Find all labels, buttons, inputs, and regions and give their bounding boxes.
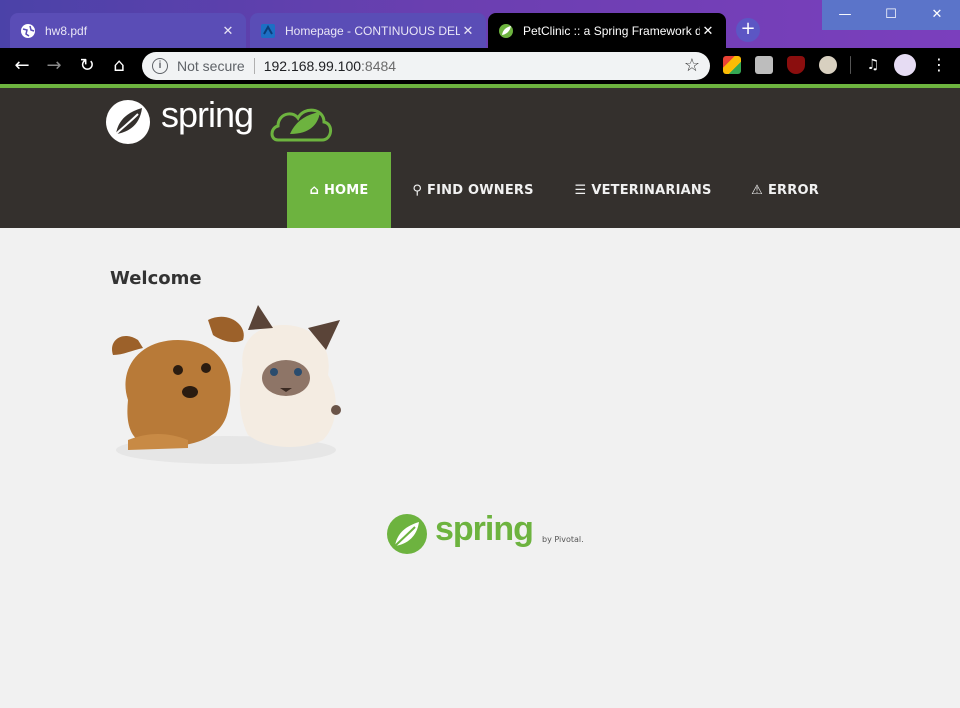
- spring-footer-logo-icon: [387, 514, 427, 554]
- cloud-leaf-icon: [270, 108, 332, 142]
- header-brand[interactable]: spring: [161, 94, 254, 136]
- close-icon[interactable]: ✕: [460, 23, 476, 39]
- divider: [850, 56, 851, 74]
- bookmark-star-icon[interactable]: ☆: [684, 55, 700, 76]
- pets-image: [112, 305, 341, 464]
- profile-avatar[interactable]: [894, 54, 916, 76]
- url-host: 192.168.99.100: [263, 58, 362, 74]
- info-icon[interactable]: i: [152, 58, 168, 74]
- close-window-button[interactable]: ✕: [914, 0, 960, 30]
- tab-title: hw8.pdf: [45, 23, 88, 38]
- tab-petclinic[interactable]: PetClinic :: a Spring Framework d ✕: [488, 13, 726, 48]
- page-title: Welcome: [110, 268, 202, 289]
- site-favicon-icon: [261, 23, 275, 38]
- nav-find-owners-label: FIND OWNERS: [427, 182, 534, 198]
- nav-error[interactable]: ⚠ ERROR: [744, 152, 826, 228]
- nav-veterinarians-label: VETERINARIANS: [591, 182, 712, 198]
- spring-leaf-icon: [499, 23, 513, 38]
- spring-logo-icon[interactable]: [104, 98, 152, 146]
- address-bar[interactable]: i Not secure 192.168.99.100:8484 ☆: [142, 52, 710, 80]
- back-icon[interactable]: ←: [10, 54, 34, 78]
- nav-home-label: HOME: [323, 182, 369, 198]
- extension-frog-icon[interactable]: [819, 56, 837, 74]
- tab-hw8[interactable]: hw8.pdf ✕: [10, 13, 246, 48]
- more-menu-icon[interactable]: ⋮: [930, 56, 948, 74]
- browser-toolbar: ← → ↻ ⌂ i Not secure 192.168.99.100:8484…: [0, 48, 960, 84]
- extension-chrome-icon[interactable]: [723, 56, 741, 74]
- forward-icon[interactable]: →: [42, 54, 66, 78]
- maximize-button[interactable]: ☐: [868, 0, 914, 30]
- nav-find-owners[interactable]: ⚲ FIND OWNERS: [405, 152, 541, 228]
- nav-veterinarians[interactable]: ☰ VETERINARIANS: [568, 152, 718, 228]
- reload-icon[interactable]: ↻: [75, 54, 99, 78]
- warning-icon: ⚠: [751, 182, 763, 198]
- footer-by-pivotal: by Pivotal.: [542, 535, 584, 544]
- tab-title: PetClinic :: a Spring Framework d: [523, 23, 700, 38]
- browser-titlebar: hw8.pdf ✕ Homepage - CONTINUOUS DELI ✕ P…: [0, 0, 960, 48]
- close-icon[interactable]: ✕: [220, 23, 236, 39]
- list-icon: ☰: [574, 182, 587, 198]
- security-label: Not secure: [177, 58, 245, 74]
- close-icon[interactable]: ✕: [700, 23, 716, 39]
- new-tab-button[interactable]: +: [736, 18, 760, 42]
- search-icon: ⚲: [412, 182, 423, 198]
- tab-title: Homepage - CONTINUOUS DELI: [285, 23, 460, 38]
- house-icon: ⌂: [309, 182, 319, 198]
- globe-icon: [21, 23, 35, 38]
- divider: [253, 58, 255, 74]
- nav-error-label: ERROR: [767, 182, 819, 198]
- playlist-icon[interactable]: ♫: [864, 56, 882, 74]
- extension-ublock-icon[interactable]: [787, 56, 805, 74]
- home-icon[interactable]: ⌂: [107, 54, 131, 78]
- footer-brand: spring: [435, 510, 534, 548]
- url-port: :8484: [361, 58, 397, 74]
- minimize-button[interactable]: —: [822, 0, 868, 30]
- tab-homepage[interactable]: Homepage - CONTINUOUS DELI ✕: [250, 13, 486, 48]
- extension-dss-icon[interactable]: [755, 56, 773, 74]
- nav-home[interactable]: ⌂ HOME: [287, 152, 391, 228]
